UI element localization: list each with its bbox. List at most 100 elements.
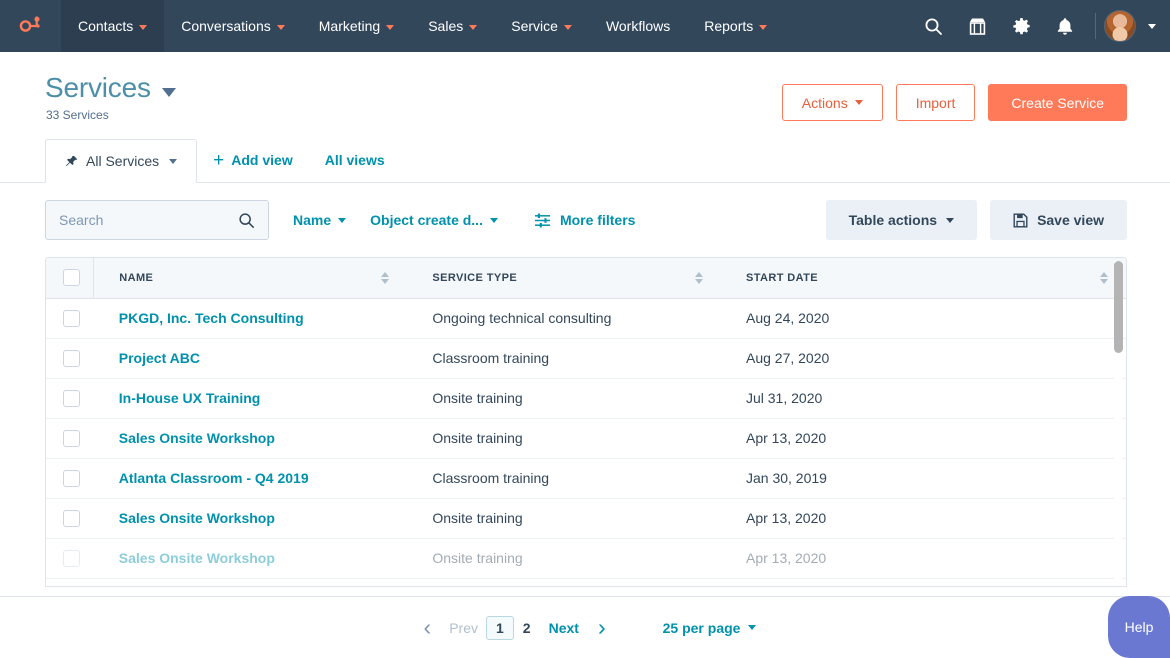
service-type-cell: Classroom training	[407, 458, 721, 499]
save-view-button[interactable]: Save view	[990, 200, 1127, 240]
service-name-link[interactable]: Sales Onsite Workshop	[119, 430, 275, 446]
chevron-down-icon	[469, 24, 478, 30]
more-filters-label: More filters	[559, 212, 636, 228]
all-views-link[interactable]: All views	[309, 138, 401, 182]
user-avatar[interactable]	[1104, 10, 1136, 42]
table-row[interactable]: Sales Onsite Workshop Onsite training Ap…	[46, 418, 1126, 459]
start-date-cell: Aug 24, 2020	[720, 298, 1126, 339]
page-number-2[interactable]: 2	[514, 617, 540, 639]
settings-gear-icon[interactable]	[999, 0, 1043, 52]
chevron-down-icon	[489, 217, 498, 223]
table-row[interactable]: Sales Onsite Workshop Onsite training Ap…	[46, 538, 1126, 579]
import-button[interactable]: Import	[895, 84, 976, 121]
hubspot-logo[interactable]	[0, 0, 61, 52]
row-checkbox[interactable]	[63, 389, 80, 407]
row-checkbox[interactable]	[63, 429, 80, 447]
table-scrollbar[interactable]	[1114, 261, 1123, 583]
more-filters-button[interactable]: More filters	[534, 212, 635, 228]
nav-utility-icons	[911, 0, 1170, 52]
search-box[interactable]	[45, 200, 269, 240]
object-switcher-caret-icon[interactable]	[161, 87, 176, 97]
nav-item-contacts[interactable]: Contacts	[61, 0, 165, 52]
prev-page-label[interactable]: Prev	[441, 620, 486, 636]
start-date-cell: Apr 13, 2020	[720, 538, 1126, 579]
nav-item-label: Workflows	[605, 18, 671, 34]
service-name-link[interactable]: Atlanta Classroom - Q4 2019	[119, 470, 309, 486]
row-checkbox[interactable]	[63, 309, 80, 327]
row-checkbox[interactable]	[63, 509, 80, 527]
record-count-label: 33 Services	[46, 108, 109, 122]
table-row[interactable]: Project ABC Classroom training Aug 27, 2…	[46, 338, 1126, 379]
nav-item-service[interactable]: Service	[494, 0, 589, 52]
next-chevron-icon[interactable]: ›	[588, 616, 616, 639]
service-name-link[interactable]: PKGD, Inc. Tech Consulting	[119, 310, 304, 326]
filter-dropdown-name[interactable]: Name	[293, 212, 347, 228]
filter-toolbar: Name Object create d... More filters Tab…	[0, 183, 1170, 240]
chevron-down-icon	[386, 24, 395, 30]
next-page-label[interactable]: Next	[540, 620, 588, 636]
scrollbar-thumb[interactable]	[1114, 261, 1123, 353]
nav-item-label: Contacts	[78, 18, 134, 34]
search-icon[interactable]	[911, 0, 955, 52]
service-type-cell: Onsite training	[407, 378, 721, 419]
column-header-label: SERVICE TYPE	[432, 271, 518, 284]
sort-arrows-icon[interactable]	[1100, 271, 1108, 284]
search-icon[interactable]	[238, 212, 255, 229]
service-name-link[interactable]: Sales Onsite Workshop	[119, 550, 275, 566]
marketplace-icon[interactable]	[955, 0, 999, 52]
filter-dropdown-object-create-date[interactable]: Object create d...	[370, 212, 498, 228]
table-row[interactable]: Sales Onsite Workshop Onsite training Ap…	[46, 498, 1126, 539]
services-table: NAME SERVICE TYPE START DATE PKGD, Inc. …	[45, 257, 1127, 587]
table-actions-button[interactable]: Table actions	[825, 200, 978, 240]
help-button[interactable]: Help	[1108, 596, 1170, 658]
nav-item-label: Conversations	[181, 18, 271, 34]
column-header-start-date[interactable]: START DATE	[720, 258, 1126, 299]
select-all-header	[46, 258, 95, 299]
service-type-cell: Ongoing technical consulting	[407, 298, 721, 339]
filter-sliders-icon	[534, 213, 550, 227]
sort-arrows-icon[interactable]	[694, 271, 703, 284]
nav-item-marketing[interactable]: Marketing	[302, 0, 411, 52]
service-type-cell: Classroom training	[407, 338, 721, 379]
header-action-buttons: Actions Import Create Service	[781, 84, 1127, 121]
notifications-bell-icon[interactable]	[1043, 0, 1087, 52]
row-checkbox[interactable]	[63, 349, 80, 367]
table-body: PKGD, Inc. Tech Consulting Ongoing techn…	[46, 298, 1126, 579]
create-service-button[interactable]: Create Service	[988, 84, 1127, 121]
table-row[interactable]: PKGD, Inc. Tech Consulting Ongoing techn…	[46, 298, 1126, 339]
table-row[interactable]: Atlanta Classroom - Q4 2019 Classroom tr…	[46, 458, 1126, 499]
per-page-dropdown[interactable]: 25 per page	[663, 620, 757, 636]
nav-item-sales[interactable]: Sales	[411, 0, 494, 52]
row-checkbox[interactable]	[63, 549, 80, 567]
service-name-link[interactable]: Sales Onsite Workshop	[119, 510, 275, 526]
table-row[interactable]: In-House UX Training Onsite training Jul…	[46, 378, 1126, 419]
primary-nav-items: Contacts Conversations Marketing Sales S…	[61, 0, 784, 52]
pagination-footer: ‹ Prev 1 2 Next › 25 per page	[0, 596, 1170, 658]
sort-arrows-icon[interactable]	[381, 271, 390, 284]
chevron-down-icon	[854, 100, 863, 105]
account-chevron-down-icon[interactable]	[1148, 23, 1156, 29]
select-all-checkbox[interactable]	[63, 269, 80, 287]
start-date-cell: Jan 30, 2019	[720, 458, 1126, 499]
nav-item-conversations[interactable]: Conversations	[164, 0, 302, 52]
column-header-label: NAME	[119, 271, 154, 284]
actions-button[interactable]: Actions	[781, 84, 883, 121]
service-name-link[interactable]: In-House UX Training	[119, 390, 261, 406]
service-type-cell: Onsite training	[407, 498, 721, 539]
prev-chevron-icon[interactable]: ‹	[414, 616, 442, 639]
sprocket-icon	[19, 16, 40, 32]
service-type-cell: Onsite training	[407, 418, 721, 459]
search-input[interactable]	[59, 212, 229, 228]
create-service-button-label: Create Service	[1011, 94, 1104, 111]
service-name-link[interactable]: Project ABC	[119, 350, 200, 366]
add-view-button[interactable]: + Add view	[197, 138, 309, 182]
tab-all-services[interactable]: All Services	[45, 139, 198, 183]
page-number-1[interactable]: 1	[486, 615, 514, 640]
column-header-service-type[interactable]: SERVICE TYPE	[407, 258, 721, 299]
column-header-name[interactable]: NAME	[93, 258, 408, 299]
row-checkbox[interactable]	[63, 469, 80, 487]
nav-item-label: Service	[511, 18, 558, 34]
table-tools: Table actions Save view	[825, 200, 1127, 240]
nav-item-workflows[interactable]: Workflows	[589, 0, 687, 52]
nav-item-reports[interactable]: Reports	[687, 0, 784, 52]
